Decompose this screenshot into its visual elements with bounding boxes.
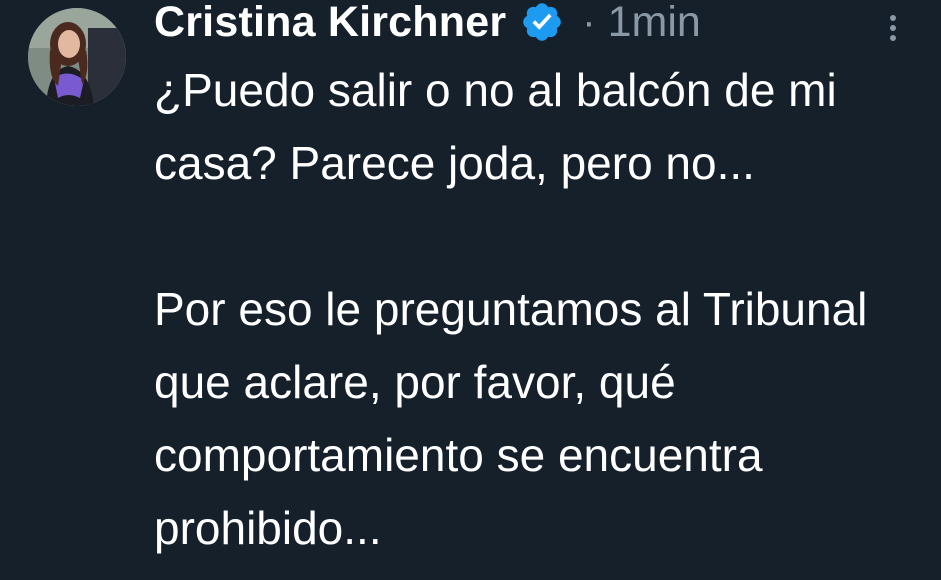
more-vertical-icon[interactable]: [884, 14, 902, 42]
tweet-paragraph-2: Por eso le preguntamos al Tribunal que a…: [154, 283, 868, 554]
verified-badge-icon: [520, 0, 564, 44]
avatar-image: [28, 8, 126, 106]
avatar[interactable]: [28, 8, 126, 106]
tweet-text: ¿Puedo salir o no al balcón de mi casa? …: [154, 54, 924, 565]
tweet: Cristina Kirchner · 1min ¿Puedo salir o …: [0, 0, 941, 580]
tweet-header: Cristina Kirchner · 1min: [154, 0, 701, 48]
separator-dot: ·: [582, 0, 596, 44]
tweet-paragraph-1: ¿Puedo salir o no al balcón de mi casa? …: [154, 64, 837, 189]
timestamp[interactable]: 1min: [608, 0, 701, 47]
display-name[interactable]: Cristina Kirchner: [154, 0, 506, 47]
